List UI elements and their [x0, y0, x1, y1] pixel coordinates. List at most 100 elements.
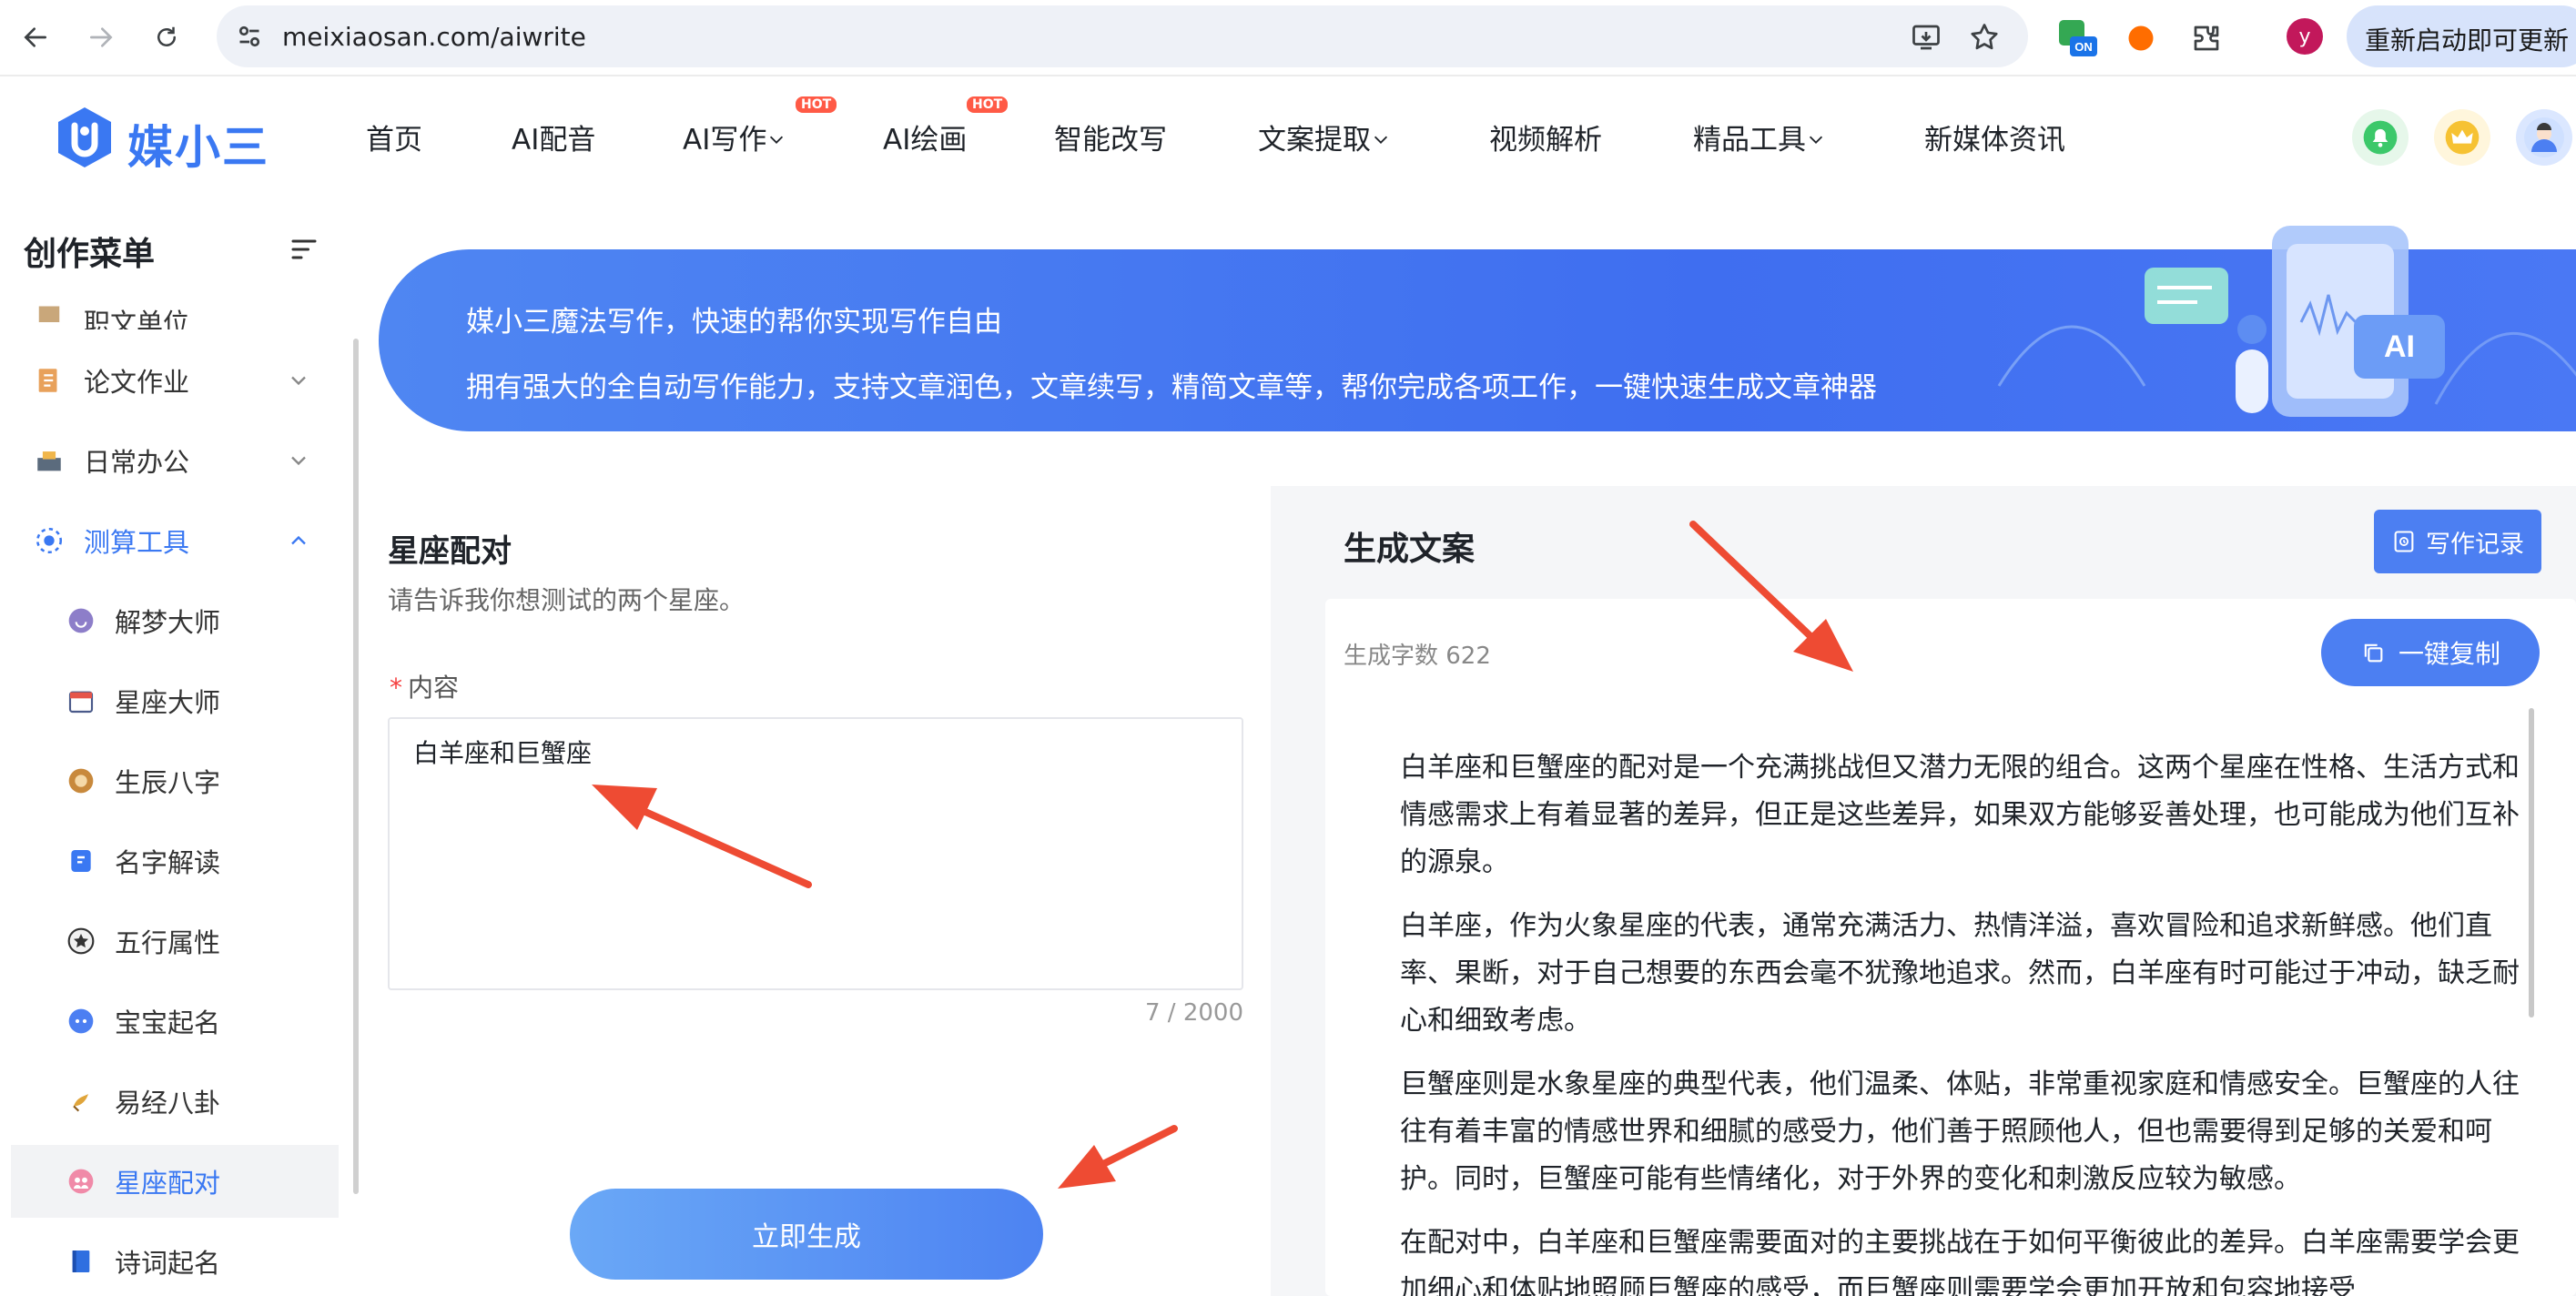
nav-ai-writing-label: AI写作 [683, 124, 767, 157]
generate-button[interactable]: 立即生成 [570, 1189, 1043, 1280]
sidebar-item-calc-tools[interactable]: 测算工具 [11, 504, 339, 577]
nav-ai-drawing-label: AI绘画 [883, 124, 968, 157]
content-textarea-value[interactable]: 白羊座和巨蟹座 [413, 734, 592, 770]
sidebar-sub-five-elements[interactable]: 五行属性 [11, 905, 339, 977]
sidebar-item-cut[interactable]: 职文单位 [11, 297, 339, 329]
sidebar-sub-name-reading[interactable]: 名字解读 [11, 825, 339, 897]
baby-name-icon [66, 1006, 96, 1037]
extension-swirl-icon[interactable] [2119, 16, 2163, 60]
sidebar-sub-label: 诗词起名 [115, 1248, 221, 1279]
sidebar-sub-iching[interactable]: 易经八卦 [11, 1065, 339, 1138]
generated-paragraph: 白羊座和巨蟹座的配对是一个充满挑战但又潜力无限的组合。这两个星座在性格、生活方式… [1400, 752, 2520, 878]
sidebar-sub-baby-name[interactable]: 宝宝起名 [11, 985, 339, 1058]
poem-book-icon [66, 1246, 96, 1277]
output-panel: 生成文案 写作记录 生成字数 622 一键复制 白羊座和巨蟹座的配对是一个充满挑… [1271, 486, 2576, 1296]
nav-premium-tools[interactable]: 精品工具 [1693, 116, 1826, 157]
sidebar-scrollbar[interactable] [353, 339, 359, 1194]
banner-headline: 媒小三魔法写作，快速的帮你实现写作自由 [466, 306, 1002, 339]
svg-text:ON: ON [2074, 40, 2093, 54]
tool-description: 请告诉我你想测试的两个星座。 [388, 585, 745, 615]
sidebar-item-label: 日常办公 [84, 447, 190, 478]
back-icon[interactable] [15, 16, 56, 58]
install-app-icon[interactable] [1910, 21, 1942, 57]
nav-ai-writing[interactable]: AI写作 HOT [683, 96, 837, 157]
sidebar-item-label: 职文单位 [84, 308, 190, 329]
address-bar[interactable]: meixiaosan.com/aiwrite [217, 5, 2028, 67]
profile-avatar[interactable]: y [2287, 18, 2323, 55]
nav-home[interactable]: 首页 [366, 116, 422, 157]
nav-media-news[interactable]: 新媒体资讯 [1924, 116, 2065, 157]
chevron-down-icon [291, 376, 306, 386]
hot-badge: HOT [796, 96, 837, 113]
chevron-up-icon [291, 535, 306, 545]
arrow-to-generate [1058, 1125, 1178, 1189]
generated-paragraph: 巨蟹座则是水象星座的典型代表，他们温柔、体贴，非常重视家庭和情感安全。巨蟹座的人… [1400, 1068, 2520, 1195]
chevron-down-icon [770, 136, 784, 144]
output-scrollbar[interactable] [2529, 708, 2534, 1018]
extension-on-icon[interactable]: ON [2055, 16, 2099, 60]
notification-bell-icon[interactable] [2352, 109, 2409, 166]
dream-icon [66, 605, 96, 636]
iching-icon [66, 1086, 96, 1117]
sidebar-item-office[interactable]: 日常办公 [11, 424, 339, 497]
vip-crown-icon[interactable] [2434, 109, 2490, 166]
office-icon [33, 444, 66, 477]
sidebar-item-label: 论文作业 [84, 367, 190, 398]
chevron-down-icon [1809, 136, 1823, 144]
calendar-icon [66, 685, 96, 716]
sidebar-sub-label: 易经八卦 [115, 1088, 221, 1119]
sidebar-sub-horoscope[interactable]: 星座大师 [11, 664, 339, 737]
promo-banner: 媒小三魔法写作，快速的帮你实现写作自由 拥有强大的全自动写作能力，支持文章润色，… [379, 226, 2576, 431]
site-logo[interactable]: 媒小三 [55, 106, 273, 174]
sidebar-item-label: 测算工具 [84, 527, 190, 558]
char-counter: 7 / 2000 [1145, 999, 1243, 1027]
collapse-menu-icon[interactable] [288, 233, 320, 269]
user-avatar[interactable] [2516, 109, 2572, 166]
nav-ai-drawing[interactable]: AI绘画 HOT [883, 96, 1009, 157]
zodiac-match-icon [66, 1166, 96, 1197]
logo-icon [58, 107, 111, 167]
content-label-text: 内容 [408, 673, 460, 703]
reload-icon[interactable] [146, 16, 188, 58]
sidebar-sub-label: 五行属性 [115, 927, 221, 958]
writing-history-button[interactable]: 写作记录 [2374, 510, 2541, 573]
chevron-down-icon [291, 456, 306, 466]
sidebar-sub-bazi[interactable]: 生辰八字 [11, 744, 339, 817]
sidebar-sub-dream[interactable]: 解梦大师 [11, 584, 339, 657]
nav-premium-tools-label: 精品工具 [1693, 124, 1806, 157]
chevron-down-icon [1374, 136, 1388, 144]
forward-icon[interactable] [80, 16, 122, 58]
nav-smart-rewrite[interactable]: 智能改写 [1054, 116, 1167, 157]
copy-all-button[interactable]: 一键复制 [2321, 619, 2540, 686]
sidebar-sub-zodiac-match[interactable]: 星座配对 [11, 1145, 339, 1218]
nav-copy-extract-label: 文案提取 [1258, 124, 1371, 157]
logo-text: 媒小三 [127, 121, 269, 174]
extensions-puzzle-icon[interactable] [2185, 16, 2228, 60]
writing-history-label: 写作记录 [2426, 530, 2524, 559]
copy-icon [2364, 643, 2383, 663]
output-card: 生成字数 622 一键复制 白羊座和巨蟹座的配对是一个充满挑战但又潜力无限的组合… [1325, 599, 2576, 1296]
site-header: 媒小三 首页 AI配音 AI写作 HOT AI绘画 HOT 智能改写 文案提取 … [0, 78, 2576, 195]
sidebar-sub-label: 星座大师 [115, 687, 221, 718]
copy-all-label: 一键复制 [2398, 639, 2500, 669]
content-textarea[interactable]: 白羊座和巨蟹座 [388, 717, 1243, 990]
site-settings-icon[interactable] [233, 20, 266, 56]
bookmark-star-icon[interactable] [1968, 21, 2001, 57]
nav-copy-extract[interactable]: 文案提取 [1258, 116, 1391, 157]
nav-video-parse[interactable]: 视频解析 [1489, 116, 1602, 157]
url-text[interactable]: meixiaosan.com/aiwrite [282, 22, 586, 52]
hot-badge: HOT [967, 96, 1009, 113]
relaunch-update-button[interactable]: 重新启动即可更新 [2347, 5, 2576, 67]
sidebar-sub-label: 名字解读 [115, 847, 221, 878]
sidebar-item-thesis[interactable]: 论文作业 [11, 344, 339, 417]
thesis-icon [33, 364, 66, 397]
required-mark: * [390, 673, 402, 703]
sidebar-sub-label: 宝宝起名 [115, 1007, 221, 1038]
sidebar-sub-label: 星座配对 [115, 1168, 221, 1199]
category-icon [33, 297, 66, 329]
bazi-icon [66, 765, 96, 796]
history-doc-icon [2394, 531, 2414, 552]
sidebar-sub-poem-name[interactable]: 诗词起名 [11, 1225, 339, 1296]
sidebar-sub-label: 解梦大师 [115, 607, 221, 638]
nav-ai-dubbing[interactable]: AI配音 [512, 116, 595, 157]
